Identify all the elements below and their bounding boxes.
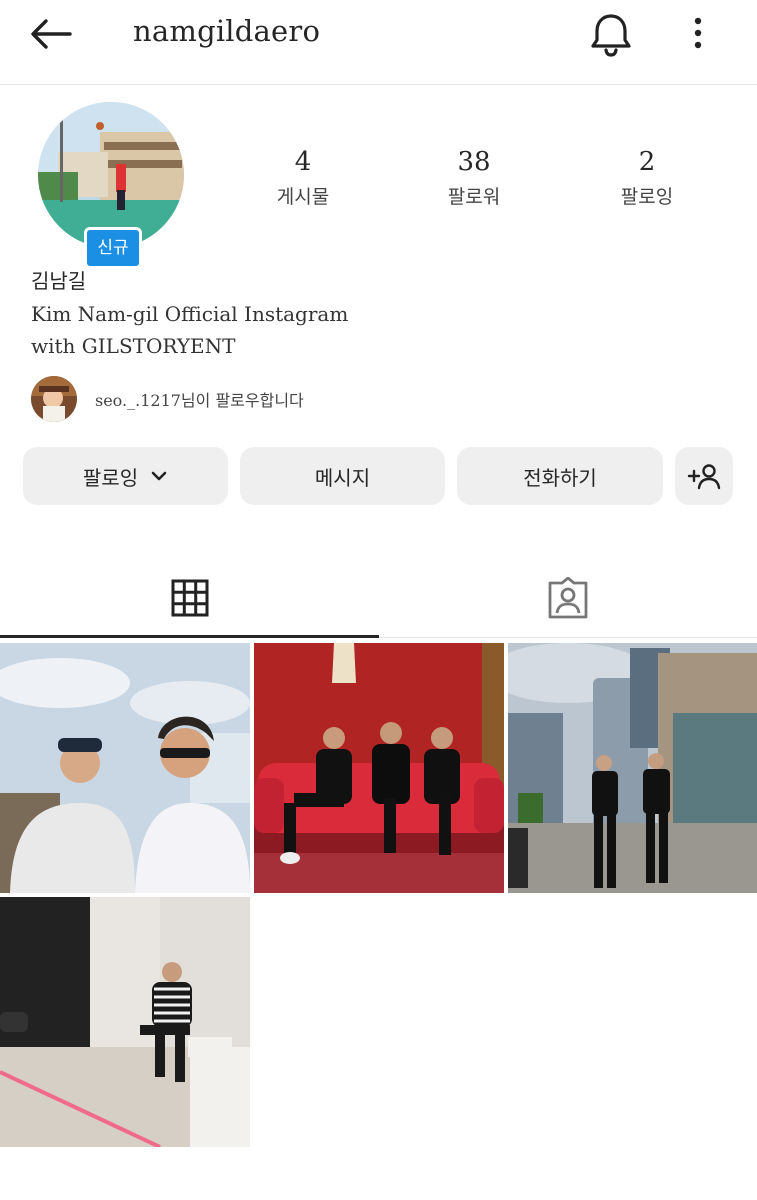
stat-following-value: 2	[638, 147, 656, 177]
following-button-label: 팔로잉	[82, 465, 139, 490]
profile-bio: 김남길 Kim Nam-gil Official Instagram with …	[31, 264, 348, 362]
tab-tagged[interactable]	[379, 560, 757, 636]
post-thumbnail[interactable]	[0, 897, 250, 1147]
back-button[interactable]	[26, 14, 78, 54]
bio-line-1: Kim Nam-gil Official Instagram	[31, 302, 349, 326]
post-thumbnail[interactable]	[0, 643, 250, 893]
notifications-button[interactable]	[588, 10, 634, 58]
post-thumbnail[interactable]	[508, 643, 757, 893]
stat-posts-label: 게시물	[276, 186, 330, 208]
tab-posts-grid[interactable]	[0, 560, 379, 636]
bell-icon	[591, 14, 631, 57]
call-button[interactable]: 전화하기	[457, 447, 663, 505]
active-tab-indicator	[0, 635, 379, 638]
more-options-button[interactable]	[684, 14, 712, 54]
add-user-button[interactable]	[675, 447, 733, 505]
stat-following-label: 팔로잉	[620, 186, 674, 208]
profile-tabs	[0, 560, 757, 638]
bio-line-2: with GILSTORYENT	[31, 334, 236, 358]
arrow-left-icon	[31, 19, 72, 49]
stat-posts[interactable]: 4 게시물	[233, 143, 373, 213]
profile-username: namgildaero	[133, 14, 321, 48]
top-bar: namgildaero	[0, 0, 757, 85]
post-thumbnail[interactable]	[254, 643, 504, 893]
new-badge: 신규	[84, 227, 142, 269]
stat-followers[interactable]: 38 팔로워	[404, 143, 544, 213]
stat-followers-label: 팔로워	[447, 186, 501, 208]
message-button[interactable]: 메시지	[240, 447, 445, 505]
followed-by-text: seo._.1217님이 팔로우합니다	[95, 391, 304, 410]
stat-followers-value: 38	[457, 147, 491, 177]
chevron-down-icon	[151, 471, 167, 481]
grid-icon	[171, 579, 208, 617]
follower-avatar	[31, 376, 77, 422]
tagged-icon	[548, 577, 588, 619]
followed-by-row[interactable]: seo._.1217님이 팔로우합니다	[31, 375, 304, 423]
stat-following[interactable]: 2 팔로잉	[577, 143, 717, 213]
more-vertical-icon	[694, 17, 702, 49]
profile-name: 김남길	[31, 269, 87, 293]
call-button-label: 전화하기	[523, 465, 597, 490]
stat-posts-value: 4	[294, 147, 312, 177]
following-button[interactable]: 팔로잉	[23, 447, 228, 505]
add-user-icon	[687, 464, 721, 490]
message-button-label: 메시지	[314, 465, 371, 490]
